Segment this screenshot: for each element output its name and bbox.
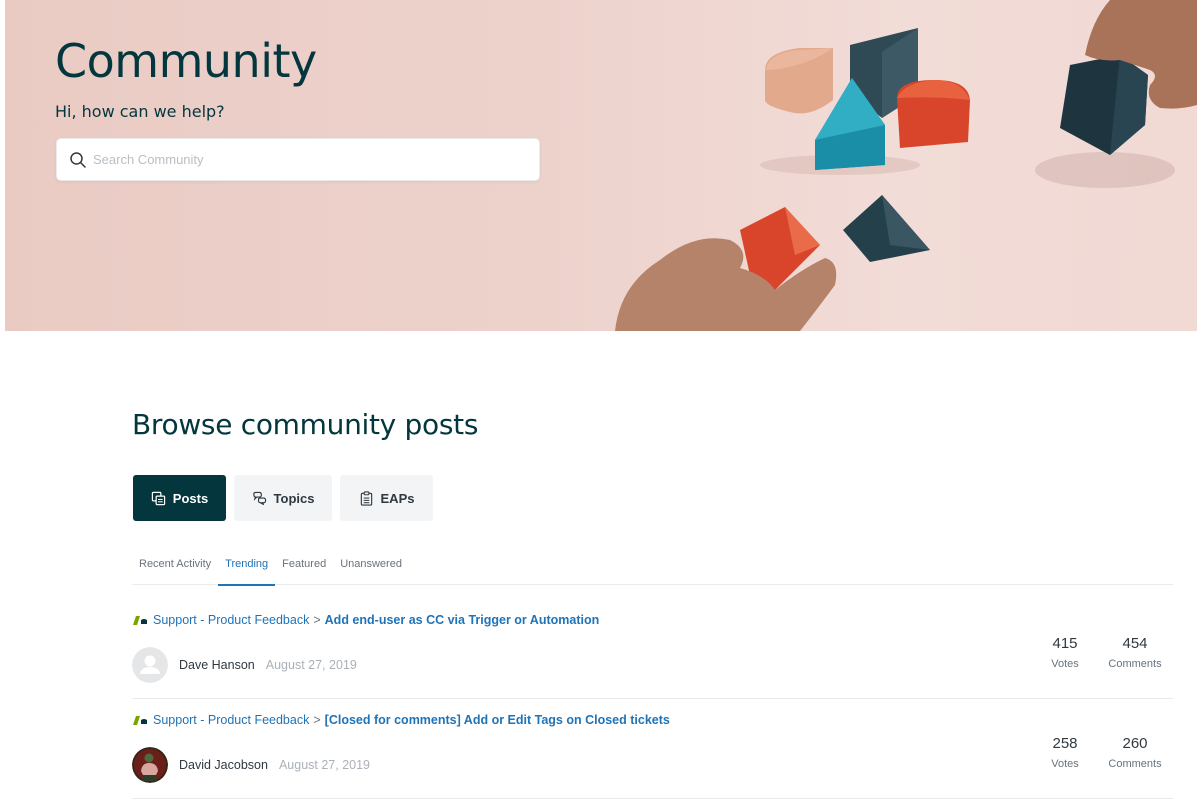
tab-eaps-label: EAPs <box>380 490 415 506</box>
avatar-photo[interactable] <box>132 747 168 783</box>
posts-icon <box>151 491 165 505</box>
section-title: Browse community posts <box>132 408 479 441</box>
post-meta: David Jacobson August 27, 2019 <box>132 747 370 783</box>
breadcrumb-separator: > <box>313 713 321 727</box>
sub-tabs: Recent Activity Trending Featured Unansw… <box>132 556 1173 586</box>
hero-subtitle: Hi, how can we help? <box>55 102 225 121</box>
subtab-recent-activity[interactable]: Recent Activity <box>132 556 218 585</box>
subtab-unanswered[interactable]: Unanswered <box>333 556 409 585</box>
post-author[interactable]: Dave Hanson <box>179 658 255 672</box>
votes-count: 415 <box>1052 635 1078 652</box>
tab-posts[interactable]: Posts <box>133 475 226 521</box>
post-date: August 27, 2019 <box>265 658 357 672</box>
tab-topics-label: Topics <box>273 490 315 506</box>
tab-posts-label: Posts <box>172 490 209 506</box>
post-breadcrumb: Support - Product Feedback > Add end-use… <box>132 613 599 627</box>
votes-stat: 258 Votes <box>1033 735 1097 770</box>
post-category-link[interactable]: Support - Product Feedback <box>153 713 309 727</box>
post-date: August 27, 2019 <box>278 758 370 772</box>
post-title-link[interactable]: [Closed for comments] Add or Edit Tags o… <box>325 713 670 727</box>
post-item: Support - Product Feedback > [Closed for… <box>132 699 1173 799</box>
topics-icon <box>252 491 266 505</box>
breadcrumb-separator: > <box>313 613 321 627</box>
block-red <box>897 80 970 148</box>
avatar-default[interactable] <box>132 647 168 683</box>
votes-label: Votes <box>1051 658 1079 670</box>
zendesk-logo-icon <box>133 716 147 725</box>
post-stats: 258 Votes 260 Comments <box>1033 735 1173 770</box>
search-icon <box>70 151 86 168</box>
comments-label: Comments <box>1108 658 1162 670</box>
hero-banner: Community Hi, how can we help? <box>5 0 1197 331</box>
post-item: Support - Product Feedback > Add end-use… <box>132 599 1173 699</box>
post-meta: Dave Hanson August 27, 2019 <box>132 647 357 683</box>
post-breadcrumb: Support - Product Feedback > [Closed for… <box>132 713 670 727</box>
votes-label: Votes <box>1051 758 1079 770</box>
votes-count: 258 <box>1052 735 1078 752</box>
block-dark-held <box>1060 55 1148 155</box>
hero-illustration <box>615 0 1197 331</box>
main-tabs: Posts Topics EAPs <box>133 475 433 521</box>
hero-title: Community <box>55 34 317 88</box>
comments-count: 260 <box>1122 735 1148 752</box>
comments-label: Comments <box>1108 758 1162 770</box>
search-input[interactable] <box>93 152 513 167</box>
subtab-trending[interactable]: Trending <box>218 556 276 586</box>
comments-stat: 454 Comments <box>1097 635 1173 670</box>
post-stats: 415 Votes 454 Comments <box>1033 635 1173 670</box>
subtab-featured[interactable]: Featured <box>275 556 333 585</box>
post-title-link[interactable]: Add end-user as CC via Trigger or Automa… <box>325 613 600 627</box>
votes-stat: 415 Votes <box>1033 635 1097 670</box>
block-peach <box>765 48 833 114</box>
search-box[interactable] <box>56 138 540 181</box>
post-author[interactable]: David Jacobson <box>179 758 268 772</box>
post-category-link[interactable]: Support - Product Feedback <box>153 613 309 627</box>
tab-topics[interactable]: Topics <box>234 475 332 521</box>
zendesk-logo-icon <box>133 616 147 625</box>
clipboard-icon <box>360 490 372 506</box>
tab-eaps[interactable]: EAPs <box>340 475 433 521</box>
block-dark-pyramid <box>843 195 930 262</box>
comments-count: 454 <box>1122 635 1148 652</box>
comments-stat: 260 Comments <box>1097 735 1173 770</box>
